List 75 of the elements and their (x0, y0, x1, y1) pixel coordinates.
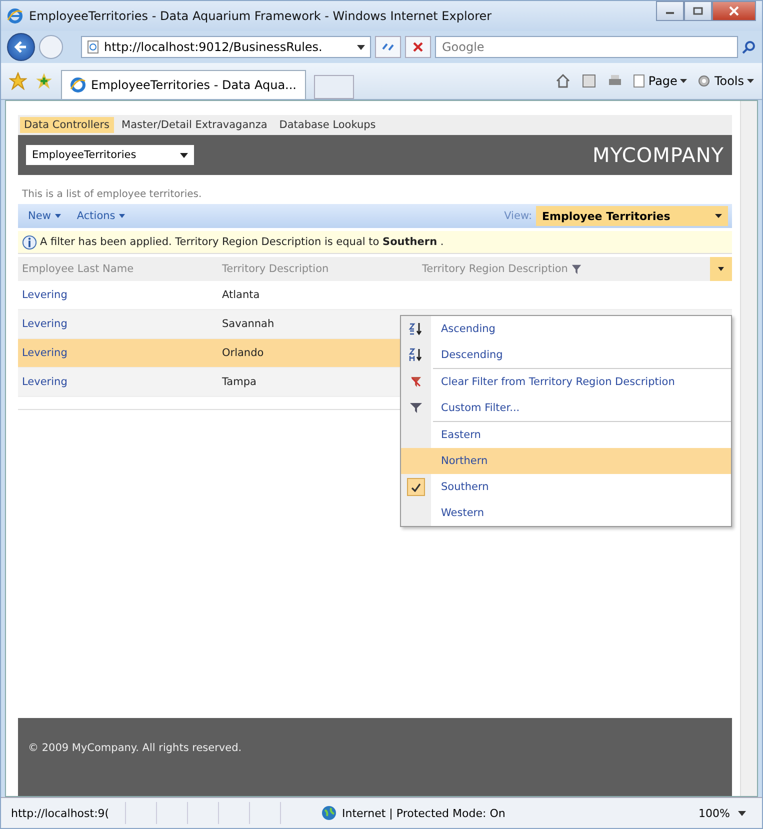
maximize-button[interactable] (684, 1, 712, 21)
stop-button[interactable] (405, 36, 431, 58)
close-icon (729, 6, 739, 16)
table-cell-text: Savannah (221, 318, 276, 330)
caret-icon (54, 214, 61, 218)
maximize-icon (693, 7, 703, 15)
sort-ascending-icon (408, 321, 424, 337)
employee-link[interactable]: Levering (18, 289, 218, 301)
employee-link[interactable]: Levering (18, 376, 218, 388)
employee-link[interactable]: Levering (18, 318, 218, 330)
vertical-scrollbar[interactable] (740, 101, 757, 796)
globe-icon (321, 805, 337, 821)
caret-icon (680, 79, 688, 83)
security-zone-text: Internet | Protected Mode: On (342, 806, 506, 820)
caret-icon (119, 214, 126, 218)
description-text: This is a list of employee territories. (21, 188, 203, 202)
close-icon (412, 41, 424, 53)
filter-message: A filter has been applied. Territory Region Description is equal to Southern . (40, 236, 444, 248)
caret-icon (715, 214, 722, 218)
page-icon (633, 74, 646, 88)
site-menu-tab[interactable]: Data Controllers (20, 117, 114, 133)
browser-tab[interactable]: EmployeeTerritories - Data Aqua... (61, 70, 306, 99)
copyright-text: © 2009 MyCompany. All rights reserved. (28, 742, 242, 754)
view-select[interactable]: Employee Territories (536, 206, 728, 226)
column-menu-button[interactable] (710, 257, 732, 281)
search-field[interactable]: Google (435, 36, 738, 58)
address-field[interactable]: http://localhost:9012/BusinessRules. (81, 36, 371, 58)
caret-icon (718, 267, 724, 271)
table-cell-text: Tampa (221, 376, 258, 388)
site-menu-tab[interactable]: Master/Detail Extravaganza (118, 117, 272, 133)
employee-link[interactable]: Levering (18, 347, 218, 359)
back-button[interactable] (7, 33, 35, 61)
funnel-icon (409, 401, 423, 415)
refresh-button[interactable] (375, 36, 401, 58)
caret-icon (180, 152, 188, 158)
page-menu-button[interactable]: Page (633, 74, 688, 88)
dropdown-caret-icon (357, 44, 365, 50)
menu-item[interactable]: Ascending (401, 316, 731, 342)
funnel-icon (570, 264, 582, 274)
controller-select[interactable]: EmployeeTerritories (26, 145, 194, 165)
menu-item[interactable]: Southern (401, 474, 731, 500)
page-icon (87, 40, 99, 54)
back-arrow-icon (13, 39, 29, 55)
tools-menu-button[interactable]: Tools (697, 74, 754, 88)
gear-icon (697, 74, 712, 88)
browser-logo-icon (7, 8, 23, 24)
menu-item[interactable]: Eastern (401, 422, 731, 448)
view-label: View: (504, 210, 532, 222)
browser-logo-icon (70, 77, 86, 93)
clear-filter-icon (409, 375, 423, 389)
search-icon[interactable] (742, 40, 756, 54)
table-cell-text: Orlando (221, 347, 265, 359)
status-url: http://localhost:9( (7, 802, 126, 824)
sort-descending-icon (408, 347, 424, 363)
menu-item[interactable]: Descending (401, 342, 731, 368)
window-title: EmployeeTerritories - Data Aquarium Framework - Windows Internet Explorer (29, 9, 492, 23)
menu-item[interactable]: Clear Filter from Territory Region Description (401, 369, 731, 395)
menu-item[interactable]: Western (401, 500, 731, 526)
minimize-button[interactable] (656, 1, 684, 21)
company-brand: MYCOMPANY (592, 143, 724, 167)
menu-item[interactable]: Custom Filter... (401, 395, 731, 421)
menu-item[interactable]: Northern (401, 448, 731, 474)
info-icon (22, 234, 37, 250)
action-menu-button[interactable]: New (22, 210, 67, 222)
dropdown-caret-icon[interactable] (738, 810, 746, 816)
close-button[interactable] (712, 1, 756, 21)
zoom-button[interactable]: 100% (690, 806, 738, 820)
site-menu-tab[interactable]: Database Lookups (275, 117, 380, 133)
home-icon[interactable] (555, 73, 572, 89)
caret-icon (747, 79, 754, 83)
table-cell-text: Atlanta (221, 289, 261, 301)
add-favorite-icon[interactable] (35, 72, 53, 90)
star-icon[interactable] (9, 72, 27, 90)
action-menu-button[interactable]: Actions (70, 210, 132, 222)
tick-icon (411, 482, 421, 492)
